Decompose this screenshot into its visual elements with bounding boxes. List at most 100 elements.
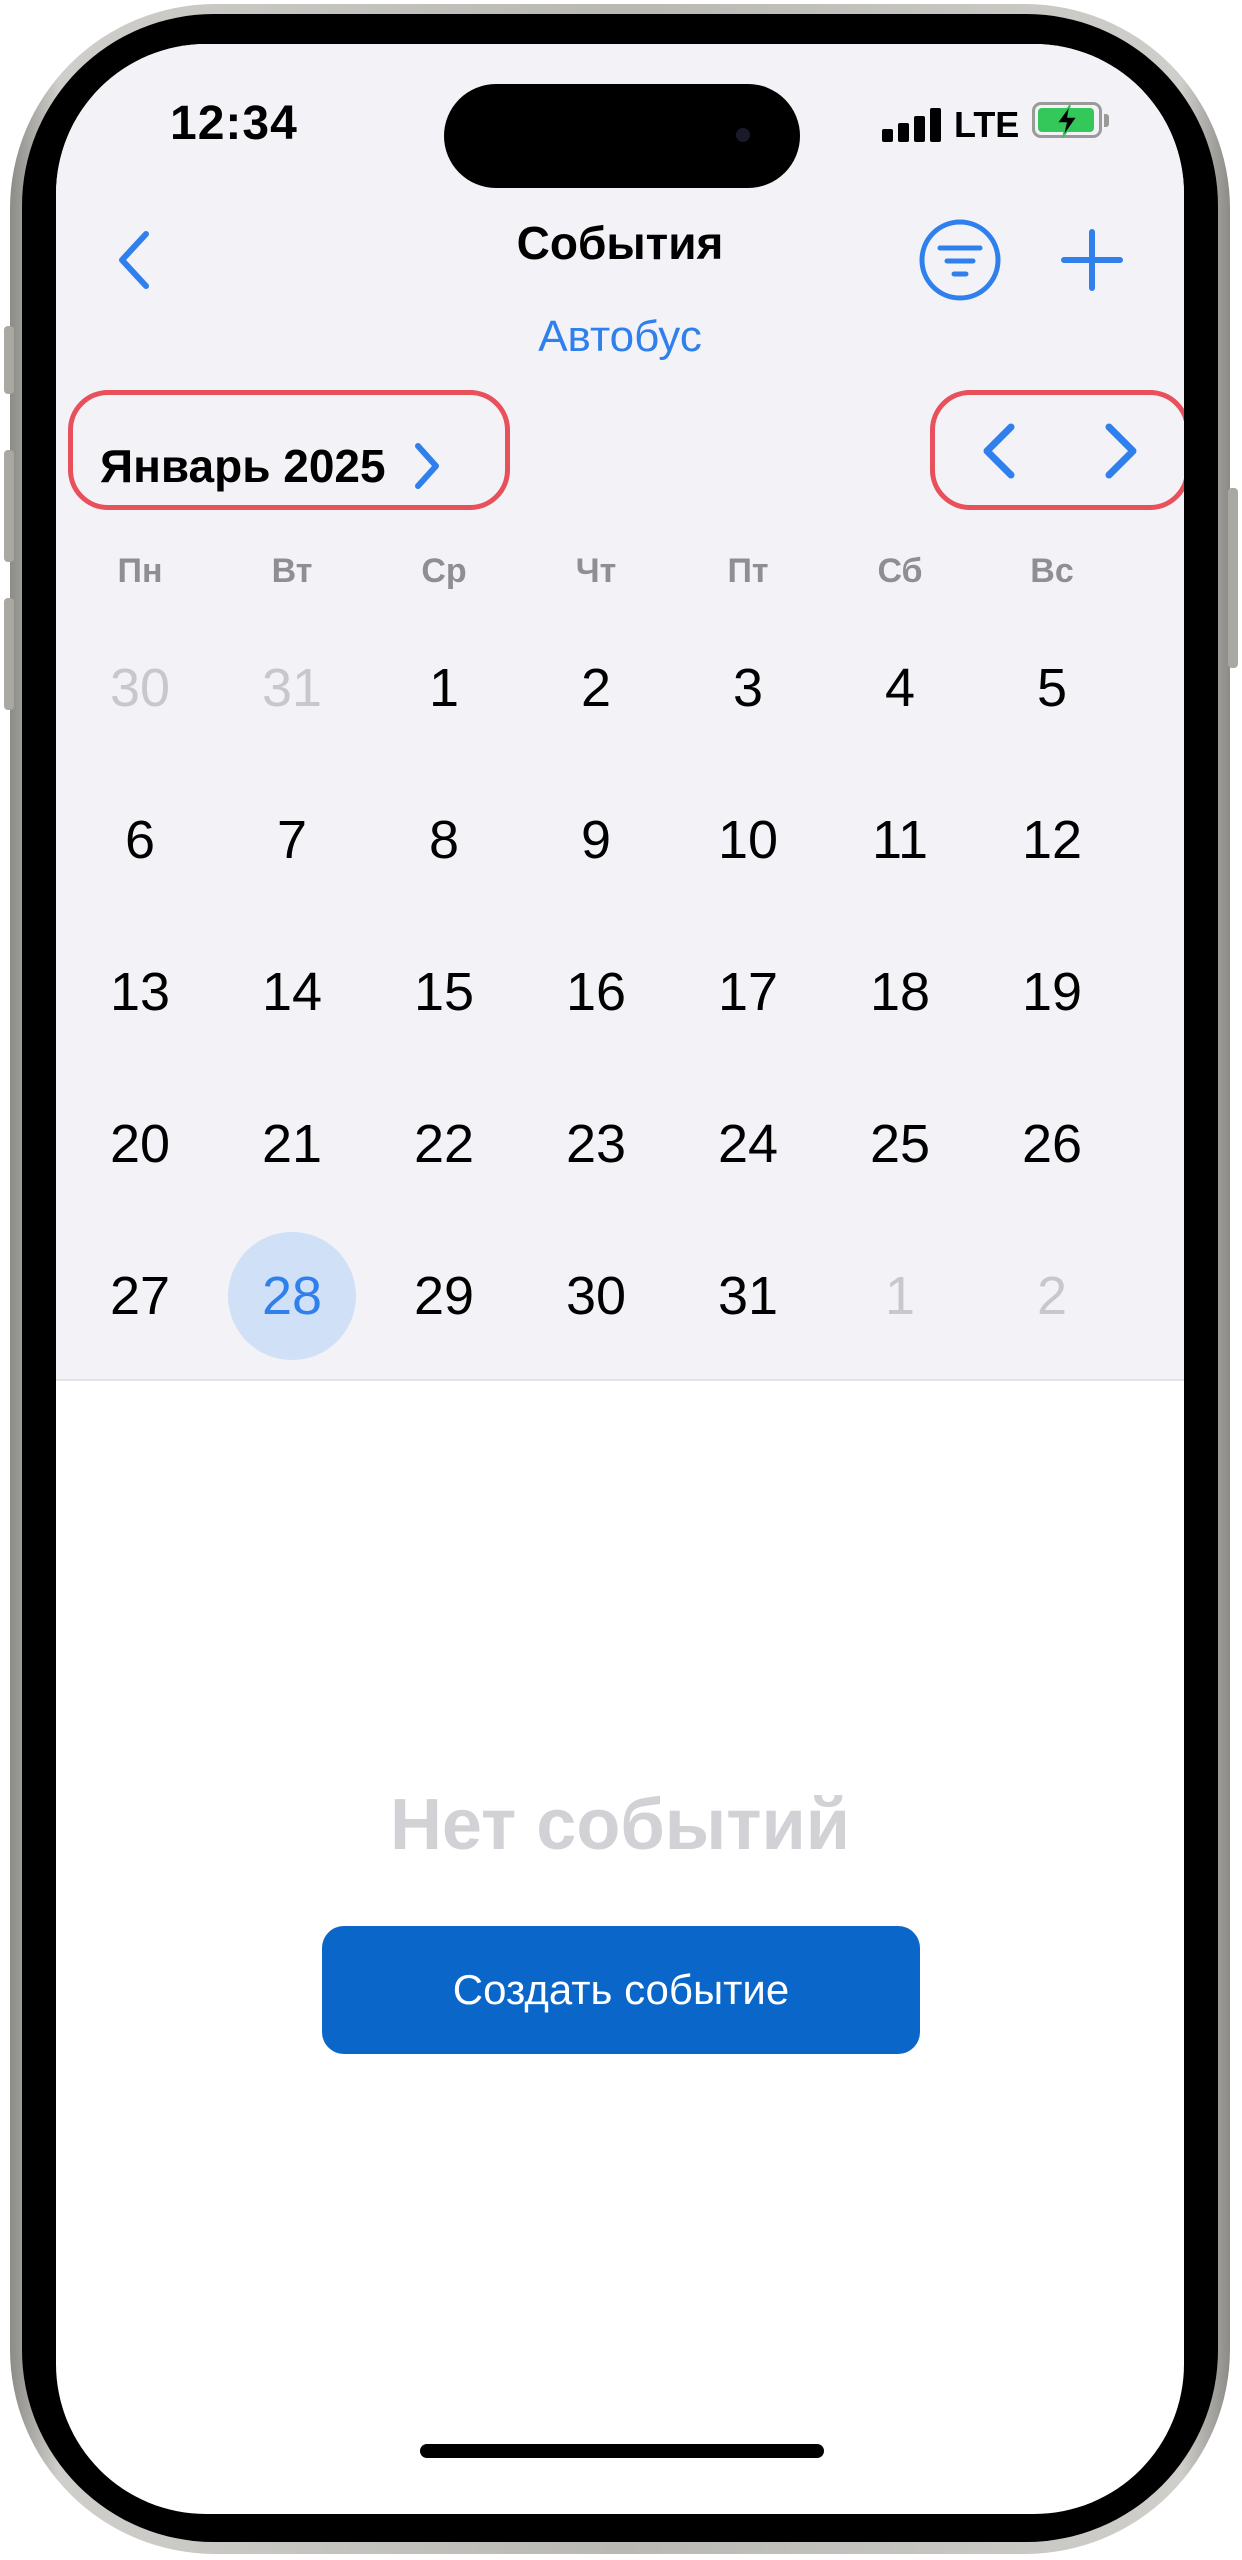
calendar-day[interactable]: 9 [520,764,672,916]
day-number: 15 [413,962,475,1022]
calendar-day[interactable]: 12 [976,764,1128,916]
calendar-grid: 30 31 1 2 3 4 5 6 7 8 9 10 11 12 13 14 15 16 17 18 19 20 21 22 2… [64,612,1128,1372]
calendar-day[interactable]: 1 [368,612,520,764]
day-number: 20 [109,1114,171,1174]
add-event-button[interactable] [1052,220,1132,300]
day-number: 21 [261,1114,323,1174]
day-number: 10 [717,810,779,870]
day-number: 6 [124,810,156,870]
month-picker-button[interactable]: Январь 2025 [100,416,442,516]
power-button [1228,488,1238,668]
calendar-day[interactable]: 21 [216,1068,368,1220]
calendar-day[interactable]: 15 [368,916,520,1068]
calendar-week-row: 20 21 22 23 24 25 26 [64,1068,1128,1220]
day-number: 5 [1036,658,1068,718]
day-number: 2 [580,658,612,718]
month-label: Январь 2025 [100,440,386,492]
action-button [4,326,14,394]
calendar-day[interactable]: 5 [976,612,1128,764]
calendar-day[interactable]: 13 [64,916,216,1068]
calendar-day[interactable]: 31 [672,1220,824,1372]
home-indicator [420,2444,824,2458]
day-number: 3 [732,658,764,718]
calendar-day[interactable]: 27 [64,1220,216,1372]
empty-state-message: Нет событий [389,1785,851,1865]
status-time: 12:34 [170,97,298,150]
chevron-right-icon [414,443,439,489]
volume-down-button [4,598,14,710]
calendar-day[interactable]: 20 [64,1068,216,1220]
day-number: 18 [869,962,931,1022]
calendar-day[interactable]: 11 [824,764,976,916]
calendar-day[interactable]: 29 [368,1220,520,1372]
calendar-day[interactable]: 1 [824,1220,976,1372]
day-number: 26 [1021,1114,1083,1174]
calendar-day[interactable]: 25 [824,1068,976,1220]
day-number: 30 [565,1266,627,1326]
day-number: 24 [717,1114,779,1174]
calendar-day[interactable]: 8 [368,764,520,916]
plus-icon [1061,229,1123,291]
weekday-label: Пт [727,552,769,590]
day-number: 4 [884,658,916,718]
calendar-day[interactable]: 14 [216,916,368,1068]
day-number: 23 [565,1114,627,1174]
day-number: 27 [109,1266,171,1326]
calendar-day[interactable]: 16 [520,916,672,1068]
calendar-day[interactable]: 7 [216,764,368,916]
calendar-week-row: 13 14 15 16 17 18 19 [64,916,1128,1068]
previous-month-button[interactable] [964,416,1034,486]
calendar-day[interactable]: 23 [520,1068,672,1220]
cellular-signal-icon [882,108,942,142]
calendar-day[interactable]: 30 [520,1220,672,1372]
filter-button[interactable] [916,216,1004,304]
back-button[interactable] [94,220,174,300]
calendar-day[interactable]: 6 [64,764,216,916]
day-number: 7 [276,810,308,870]
calendar-day[interactable]: 10 [672,764,824,916]
weekday-label: Вт [271,552,313,590]
weekday-label: Пн [117,552,163,590]
day-number: 1 [884,1266,916,1326]
camera-dot [736,128,750,142]
day-number: 8 [428,810,460,870]
calendar-week-row: 27 28 29 30 31 1 2 [64,1220,1128,1372]
calendar-day[interactable]: 24 [672,1068,824,1220]
create-event-button[interactable]: Создать событие [322,1926,920,2054]
day-number: 31 [717,1266,779,1326]
calendar-day[interactable]: 18 [824,916,976,1068]
calendar-day[interactable]: 31 [216,612,368,764]
day-number: 29 [413,1266,475,1326]
chevron-left-icon [119,231,149,289]
day-number: 16 [565,962,627,1022]
calendar-day-selected[interactable]: 28 [216,1220,368,1372]
calendar-day[interactable]: 3 [672,612,824,764]
calendar-day[interactable]: 22 [368,1068,520,1220]
calendar-day[interactable]: 2 [520,612,672,764]
day-number: 9 [580,810,612,870]
battery-icon [1032,102,1102,138]
day-number: 11 [871,810,929,870]
day-number: 19 [1021,962,1083,1022]
day-number: 31 [261,658,323,718]
calendar-day[interactable]: 17 [672,916,824,1068]
page-title: События [516,217,724,269]
charging-bolt-icon [1055,104,1079,138]
calendar-day[interactable]: 26 [976,1068,1128,1220]
weekday-header: Пн Вт Ср Чт Пт Сб Вс [64,552,1128,591]
vehicle-selector-link[interactable]: Автобус [320,312,920,362]
calendar-day[interactable]: 2 [976,1220,1128,1372]
calendar-day[interactable]: 4 [824,612,976,764]
day-number: 17 [717,962,779,1022]
calendar-day[interactable]: 19 [976,916,1128,1068]
filter-circle-icon [919,219,1001,301]
screen: 12:34 LTE События Автобус Январь 2025 Пн… [56,44,1184,2514]
chevron-left-icon [983,423,1015,479]
network-type: LTE [954,104,1020,145]
day-number: 1 [428,658,460,718]
next-month-button[interactable] [1086,416,1156,486]
weekday-label: Чт [575,552,617,590]
calendar-day[interactable]: 30 [64,612,216,764]
chevron-right-icon [1105,423,1137,479]
dynamic-island [444,84,800,188]
